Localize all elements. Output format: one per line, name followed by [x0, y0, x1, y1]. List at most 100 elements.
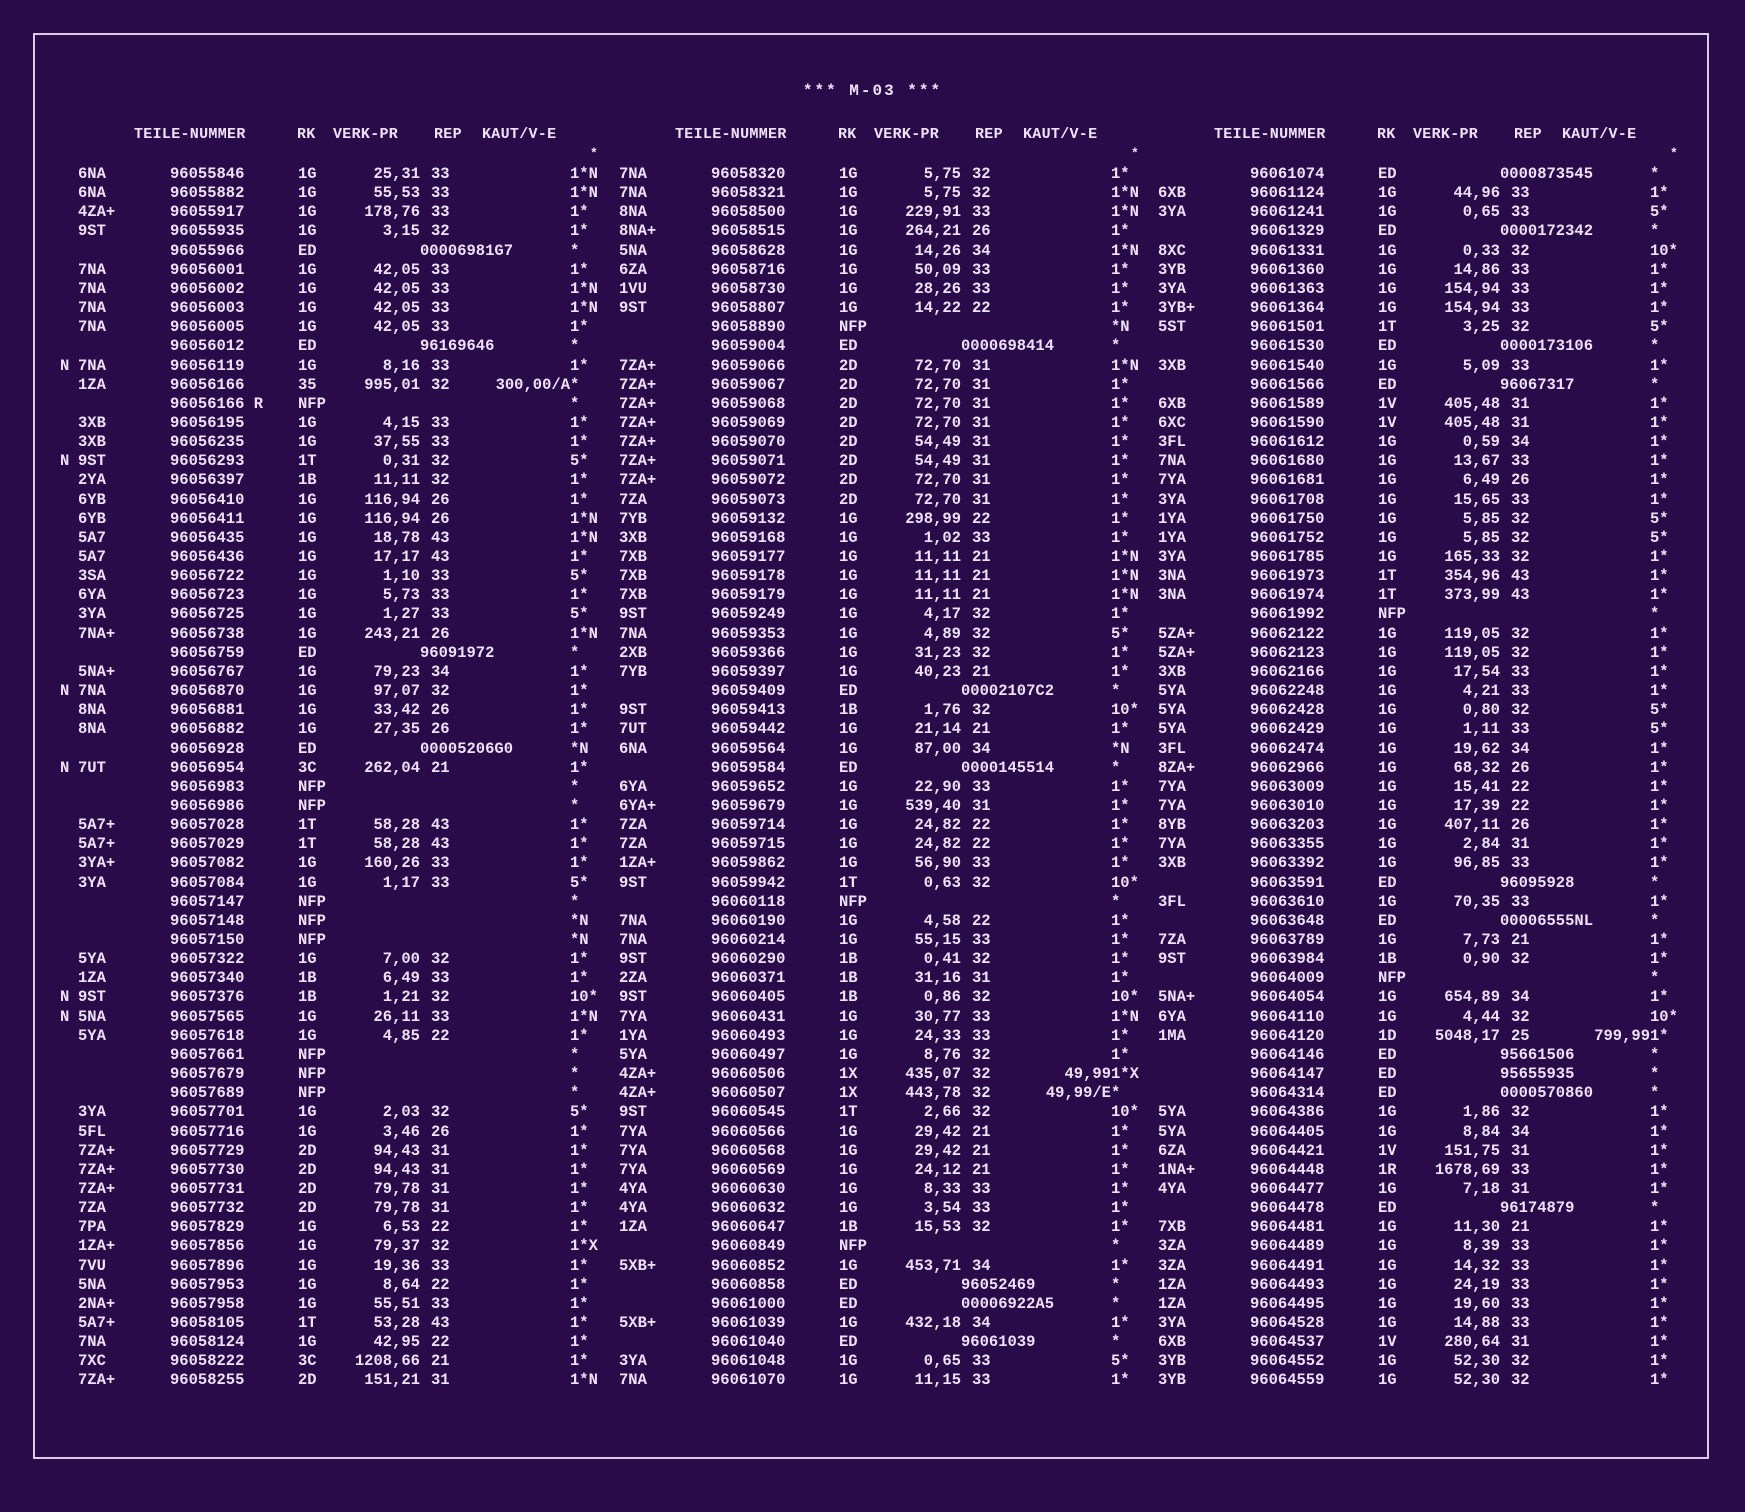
cell-rep: 26: [431, 624, 450, 643]
cell-star: 1*: [1111, 1179, 1130, 1198]
cell-rep: 33: [1511, 1294, 1530, 1313]
cell-rk: 2D: [839, 413, 858, 432]
cell-price: 264,21: [905, 222, 961, 241]
cell-price: 22,90: [914, 777, 961, 796]
cell-price: 1,17: [382, 873, 420, 892]
cell-price: 151,75: [1444, 1141, 1500, 1160]
cell-num: 96059249: [711, 605, 786, 624]
cell-star: 1*: [570, 1026, 589, 1045]
cell-num: 96057147: [170, 892, 245, 911]
cell-cls: 7UT: [619, 720, 647, 739]
cell-star: 1*N: [1111, 586, 1139, 605]
cell-price: 0,59: [1462, 433, 1500, 452]
column-header-kaut: KAUT/V-E: [1562, 126, 1637, 143]
cell-cls: 7NA: [78, 318, 106, 337]
cell-rep: 33: [431, 854, 450, 873]
cell-rep: 33: [1511, 892, 1530, 911]
cell-star: 1*N: [570, 624, 598, 643]
cell-rk: 1G: [298, 356, 317, 375]
cell-rk: 1G: [839, 1122, 858, 1141]
cell-price: 56,90: [914, 854, 961, 873]
cell-rep: 21: [972, 586, 991, 605]
cell-star: 1*: [570, 203, 589, 222]
cell-rep: 33: [1511, 299, 1530, 318]
cell-rep: 26: [431, 701, 450, 720]
cell-cls: 1ZA+: [78, 1237, 116, 1256]
cell-rep: 33: [431, 318, 450, 337]
cell-price: 15,41: [1453, 777, 1500, 796]
cell-price: 407,11: [1444, 816, 1500, 835]
page-title: *** M-03 ***: [802, 82, 943, 100]
cell-star: 1*: [1650, 662, 1669, 681]
cell-price: 5,73: [382, 586, 420, 605]
cell-num: 96060849: [711, 1237, 786, 1256]
cell-cls: 7NA: [619, 165, 647, 183]
cell-num: 96055882: [170, 184, 245, 203]
cell-price: 79,23: [373, 662, 420, 681]
cell-rk: NFP: [839, 1237, 867, 1256]
cell-num: 96056411: [170, 509, 245, 528]
cell-star: 1*: [1650, 1218, 1669, 1237]
cell-num: 96059004: [711, 337, 786, 356]
cell-kaut: 96091972: [420, 643, 495, 662]
cell-star: 1*: [1650, 490, 1669, 509]
cell-num: 96058716: [711, 260, 786, 279]
cell-star: 1*N: [570, 165, 598, 183]
cell-star: *: [1650, 337, 1660, 356]
cell-rk: 2D: [298, 1199, 317, 1218]
cell-rep: 33: [431, 586, 450, 605]
cell-star: 1*N: [570, 1371, 598, 1390]
cell-rk: 2D: [298, 1179, 317, 1198]
cell-star: 1*: [570, 1333, 589, 1352]
cell-rk: 1G: [298, 222, 317, 241]
cell-rep: 26: [1511, 758, 1530, 777]
cell-num: 96064421: [1250, 1141, 1325, 1160]
cell-star: 1*: [1111, 471, 1130, 490]
cell-rk: 1G: [1378, 1007, 1397, 1026]
cell-star: *: [570, 777, 580, 796]
cell-star: 1*: [570, 835, 589, 854]
cell-rk: ED: [1378, 165, 1397, 183]
cell-cls: 5YA: [1158, 720, 1186, 739]
cell-rep: 33: [972, 203, 991, 222]
cell-num: 96056435: [170, 528, 245, 547]
cell-num: 96061363: [1250, 279, 1325, 298]
column-header-verk: VERK-PR: [1413, 126, 1479, 143]
cell-star: *N: [1111, 318, 1130, 337]
cell-star: *: [1111, 1237, 1121, 1256]
cell-price: 54,49: [914, 433, 961, 452]
cell-rep: 32: [972, 184, 991, 203]
cell-rep: 26: [1511, 816, 1530, 835]
cell-price: 37,55: [373, 433, 420, 452]
cell-rk: 1G: [298, 413, 317, 432]
cell-num: 96056928: [170, 739, 245, 758]
cell-kaut: 96174879: [1500, 1199, 1575, 1218]
cell-cls: 2YA: [78, 471, 106, 490]
column-header-rk: RK: [297, 126, 316, 143]
cell-rk: 1G: [839, 279, 858, 298]
cell-cls: 6XB: [1158, 1333, 1186, 1352]
cell-price: 31,16: [914, 969, 961, 988]
cell-cls: 3XB: [78, 413, 106, 432]
cell-num: 96056195: [170, 413, 245, 432]
cell-cls: 9ST: [78, 452, 106, 471]
cell-rk: 1G: [298, 203, 317, 222]
cell-rep: 43: [431, 528, 450, 547]
cell-price: 1678,69: [1434, 1160, 1500, 1179]
cell-rep: 32: [972, 988, 991, 1007]
cell-num: 96059179: [711, 586, 786, 605]
cell-num: 96059413: [711, 701, 786, 720]
cell-price: 151,21: [364, 1371, 420, 1390]
cell-price: 79,78: [373, 1199, 420, 1218]
cell-cls: 1ZA: [1158, 1275, 1186, 1294]
cell-star: 1*: [570, 548, 589, 566]
cell-price: 243,21: [364, 624, 420, 643]
cell-price: 373,99: [1444, 586, 1500, 605]
cell-cls: 3XB: [78, 433, 106, 452]
cell-rep: 34: [1511, 739, 1530, 758]
cell-rk: 2D: [839, 375, 858, 394]
cell-rk: 1G: [298, 318, 317, 337]
cell-cls: 7ZA+: [619, 452, 657, 471]
cell-rep: 33: [972, 777, 991, 796]
cell-price: 4,85: [382, 1026, 420, 1045]
